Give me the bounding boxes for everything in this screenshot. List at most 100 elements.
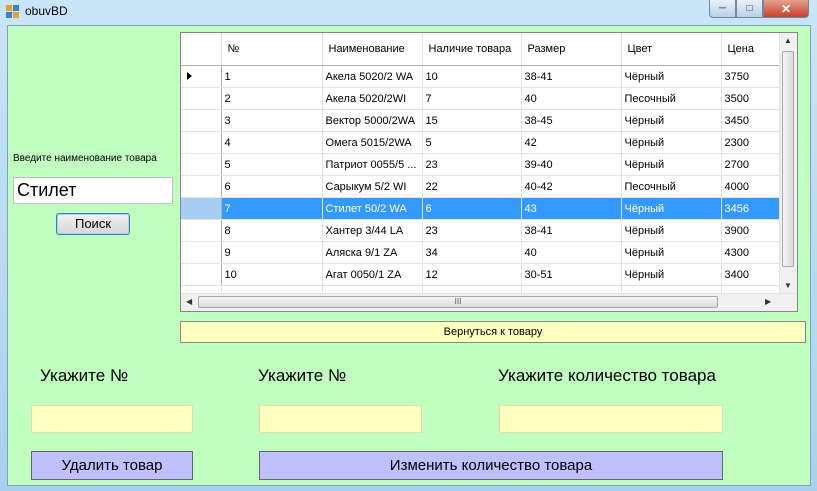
column-header-name[interactable]: Наименование: [322, 33, 423, 66]
minimize-button[interactable]: ─: [709, 0, 736, 18]
cell-size[interactable]: 43: [521, 197, 622, 220]
cell-number[interactable]: 2: [221, 87, 323, 110]
cell-number[interactable]: 3: [221, 109, 323, 132]
title-bar[interactable]: obuvBD ─ □ ✕: [0, 0, 817, 24]
column-header-color[interactable]: Цвет: [621, 33, 722, 66]
cell-size[interactable]: 40: [521, 241, 622, 264]
cell-price[interactable]: 3750: [721, 65, 782, 88]
cell-color[interactable]: Песочный: [621, 87, 722, 110]
row-header[interactable]: [181, 263, 222, 286]
quantity-field[interactable]: [499, 405, 723, 433]
cell-stock[interactable]: 22: [422, 175, 522, 198]
cell-stock[interactable]: 12: [422, 263, 522, 286]
table-row[interactable]: 1 Акела 5020/2 WA 10 38-41 Чёрный 3750: [181, 65, 782, 88]
delete-number-field[interactable]: [31, 405, 193, 433]
row-header[interactable]: [181, 131, 222, 154]
cell-stock[interactable]: 23: [422, 153, 522, 176]
column-header-price[interactable]: Цена: [721, 33, 782, 66]
horizontal-scrollbar[interactable]: ◀ III ▶: [181, 293, 797, 311]
row-header[interactable]: [181, 87, 222, 110]
scroll-down-icon[interactable]: ▼: [784, 281, 792, 290]
cell-color[interactable]: Чёрный: [621, 263, 722, 286]
cell-color[interactable]: Чёрный: [621, 65, 722, 88]
vertical-scrollbar[interactable]: ▲ ▼: [779, 33, 797, 294]
cell-number[interactable]: 4: [221, 131, 323, 154]
close-button[interactable]: ✕: [763, 0, 809, 18]
change-number-field[interactable]: [259, 405, 422, 433]
cell-number[interactable]: 1: [221, 65, 323, 88]
cell-name[interactable]: Сарыкум 5/2 WI: [322, 175, 423, 198]
table-row[interactable]: 10 Агат 0050/1 ZA 12 30-51 Чёрный 3400: [181, 263, 782, 286]
cell-name[interactable]: Акела 5020/2WI: [322, 87, 423, 110]
table-row[interactable]: 4 Омега 5015/2WA 5 42 Чёрный 2300: [181, 131, 782, 154]
cell-size[interactable]: 42: [521, 131, 622, 154]
table-row[interactable]: 7 Стилет 50/2 WA 6 43 Чёрный 3456: [181, 197, 782, 220]
cell-name[interactable]: Вектор 5000/2WA: [322, 109, 423, 132]
cell-price[interactable]: 4000: [721, 175, 782, 198]
cell-name[interactable]: Хантер 3/44 LA: [322, 219, 423, 242]
cell-size[interactable]: 38-41: [521, 219, 622, 242]
row-header[interactable]: [181, 153, 222, 176]
cell-price[interactable]: 3400: [721, 263, 782, 286]
cell-stock[interactable]: 15: [422, 109, 522, 132]
cell-price[interactable]: 2700: [721, 153, 782, 176]
cell-color[interactable]: Чёрный: [621, 219, 722, 242]
cell-size[interactable]: 39-40: [521, 153, 622, 176]
cell-color[interactable]: Песочный: [621, 175, 722, 198]
table-row[interactable]: 6 Сарыкум 5/2 WI 22 40-42 Песочный 4000: [181, 175, 782, 198]
maximize-button[interactable]: □: [736, 0, 763, 18]
row-header[interactable]: [181, 197, 222, 220]
cell-stock[interactable]: 10: [422, 65, 522, 88]
table-row[interactable]: 3 Вектор 5000/2WA 15 38-45 Чёрный 3450: [181, 109, 782, 132]
cell-name[interactable]: Омега 5015/2WA: [322, 131, 423, 154]
row-header[interactable]: [181, 109, 222, 132]
cell-price[interactable]: 3450: [721, 109, 782, 132]
cell-stock[interactable]: 23: [422, 219, 522, 242]
search-input[interactable]: [13, 177, 173, 204]
column-header-number[interactable]: №: [221, 33, 323, 66]
cell-number[interactable]: 6: [221, 175, 323, 198]
cell-price[interactable]: 4300: [721, 241, 782, 264]
cell-price[interactable]: 3456: [721, 197, 782, 220]
table-row[interactable]: 5 Патриот 0055/5 ... 23 39-40 Чёрный 2700: [181, 153, 782, 176]
cell-name[interactable]: Агат 0050/1 ZA: [322, 263, 423, 286]
cell-number[interactable]: 8: [221, 219, 323, 242]
table-row[interactable]: 9 Аляска 9/1 ZA 34 40 Чёрный 4300: [181, 241, 782, 264]
back-to-products-button[interactable]: Вернуться к товару: [180, 321, 806, 343]
cell-color[interactable]: Чёрный: [621, 109, 722, 132]
change-quantity-button[interactable]: Изменить количество товара: [259, 451, 723, 480]
cell-name[interactable]: Аляска 9/1 ZA: [322, 241, 423, 264]
vertical-scroll-thumb[interactable]: [782, 51, 794, 267]
table-row[interactable]: 2 Акела 5020/2WI 7 40 Песочный 3500: [181, 87, 782, 110]
horizontal-scroll-thumb[interactable]: III: [198, 296, 718, 308]
products-grid[interactable]: № Наименование Наличие товара Размер Цве…: [180, 32, 798, 312]
cell-color[interactable]: Чёрный: [621, 153, 722, 176]
search-button[interactable]: Поиск: [56, 213, 130, 235]
scroll-right-icon[interactable]: ▶: [765, 297, 771, 306]
row-header[interactable]: [181, 65, 222, 88]
cell-number[interactable]: 10: [221, 263, 323, 286]
row-header[interactable]: [181, 175, 222, 198]
cell-number[interactable]: 9: [221, 241, 323, 264]
delete-product-button[interactable]: Удалить товар: [31, 451, 193, 480]
cell-name[interactable]: Патриот 0055/5 ...: [322, 153, 423, 176]
row-header[interactable]: [181, 241, 222, 264]
cell-color[interactable]: Чёрный: [621, 197, 722, 220]
cell-size[interactable]: 30-51: [521, 263, 622, 286]
cell-stock[interactable]: 6: [422, 197, 522, 220]
cell-color[interactable]: Чёрный: [621, 241, 722, 264]
cell-number[interactable]: 5: [221, 153, 323, 176]
row-header[interactable]: [181, 219, 222, 242]
table-row[interactable]: 8 Хантер 3/44 LA 23 38-41 Чёрный 3900: [181, 219, 782, 242]
scroll-up-icon[interactable]: ▲: [784, 36, 792, 45]
cell-size[interactable]: 38-45: [521, 109, 622, 132]
cell-size[interactable]: 40-42: [521, 175, 622, 198]
cell-price[interactable]: 3500: [721, 87, 782, 110]
cell-name[interactable]: Акела 5020/2 WA: [322, 65, 423, 88]
cell-price[interactable]: 2300: [721, 131, 782, 154]
column-header-stock[interactable]: Наличие товара: [422, 33, 522, 66]
cell-stock[interactable]: 5: [422, 131, 522, 154]
column-header-size[interactable]: Размер: [521, 33, 622, 66]
scroll-left-icon[interactable]: ◀: [186, 297, 192, 306]
cell-size[interactable]: 40: [521, 87, 622, 110]
